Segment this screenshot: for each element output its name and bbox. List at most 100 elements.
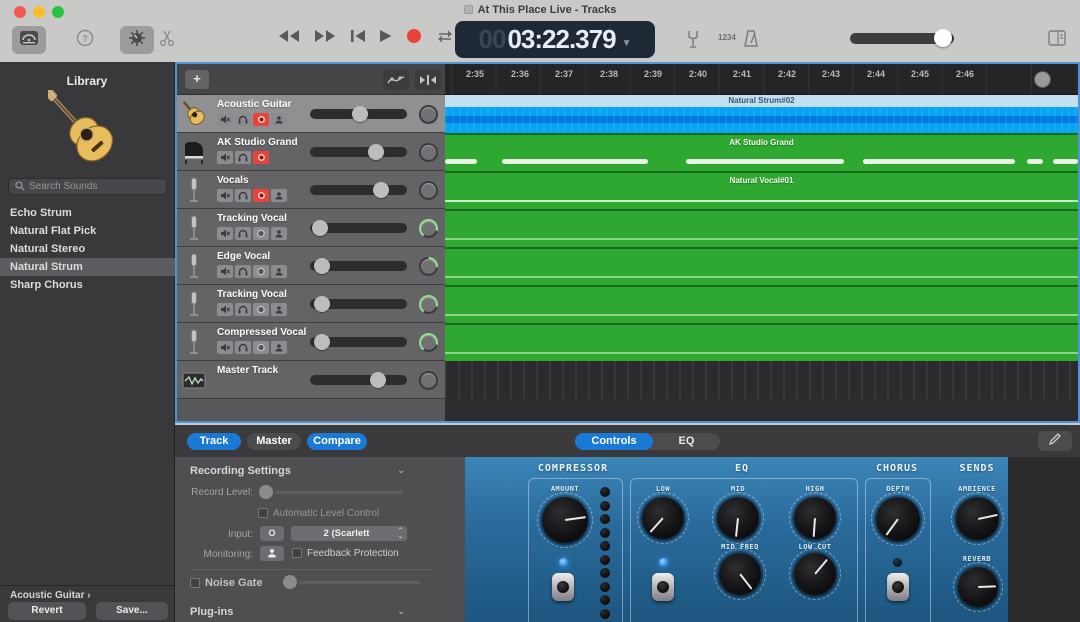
solo-headphones-button[interactable] xyxy=(235,341,251,354)
volume-slider-thumb[interactable] xyxy=(934,29,952,47)
quick-help-button[interactable]: ? xyxy=(68,26,102,54)
solo-headphones-button[interactable] xyxy=(235,265,251,278)
volume-slider[interactable] xyxy=(310,147,407,157)
record-enable-button[interactable] xyxy=(253,227,269,240)
record-enable-button[interactable] xyxy=(253,303,269,316)
go-to-beginning-button[interactable] xyxy=(350,29,365,43)
volume-thumb[interactable] xyxy=(312,220,328,236)
mute-button[interactable] xyxy=(217,265,233,278)
revert-button[interactable]: Revert xyxy=(8,602,86,620)
volume-thumb[interactable] xyxy=(370,372,386,388)
record-enable-button[interactable] xyxy=(253,151,269,164)
smart-controls-button[interactable] xyxy=(120,26,154,54)
volume-thumb[interactable] xyxy=(368,144,384,160)
search-sounds-field[interactable]: Search Sounds xyxy=(8,178,167,195)
pan-knob[interactable] xyxy=(419,257,438,276)
volume-slider[interactable] xyxy=(310,223,407,233)
fast-forward-button[interactable] xyxy=(314,29,336,43)
volume-slider[interactable] xyxy=(310,299,407,309)
region-vocal-take[interactable] xyxy=(445,323,1078,361)
lcd-display[interactable]: 00 03:22.379 ▼ xyxy=(455,21,655,58)
pan-knob[interactable] xyxy=(419,333,438,352)
save-button[interactable]: Save... xyxy=(96,602,168,620)
input-monitoring-button[interactable] xyxy=(271,341,287,354)
pan-knob[interactable] xyxy=(419,143,438,162)
lcd-chevron-down-icon[interactable]: ▼ xyxy=(622,38,632,49)
input-monitoring-button[interactable] xyxy=(271,189,287,202)
depth-knob[interactable] xyxy=(876,497,920,541)
tab-master[interactable]: Master xyxy=(247,433,301,450)
count-in-button[interactable]: 1234 xyxy=(718,33,736,42)
chorus-switch[interactable] xyxy=(887,573,909,601)
volume-thumb[interactable] xyxy=(314,296,330,312)
region-ak-studio-grand[interactable]: AK Studio Grand xyxy=(445,133,1078,171)
compressor-switch[interactable] xyxy=(552,573,574,601)
mute-button[interactable] xyxy=(217,151,233,164)
solo-headphones-button[interactable] xyxy=(235,113,251,126)
solo-headphones-button[interactable] xyxy=(235,227,251,240)
tab-compare[interactable]: Compare xyxy=(307,433,367,450)
tab-track[interactable]: Track xyxy=(187,433,241,450)
segment-controls[interactable]: Controls xyxy=(575,433,653,450)
amount-knob[interactable] xyxy=(542,497,588,543)
volume-slider[interactable] xyxy=(310,375,407,385)
pan-knob[interactable] xyxy=(419,295,438,314)
region-natural-strum[interactable]: Natural Strum#02 xyxy=(445,95,1078,133)
reverb-knob[interactable] xyxy=(958,567,998,607)
input-monitoring-button[interactable] xyxy=(271,227,287,240)
low-cut-knob[interactable] xyxy=(794,553,836,595)
input-select[interactable]: 2 (Scarlett ⌃⌄ xyxy=(291,526,407,541)
noise-gate-track[interactable] xyxy=(299,581,421,584)
automation-pencil-button[interactable] xyxy=(1038,431,1072,451)
solo-headphones-button[interactable] xyxy=(235,189,251,202)
volume-thumb[interactable] xyxy=(373,182,389,198)
low-knob[interactable] xyxy=(642,497,684,539)
pan-knob[interactable] xyxy=(419,371,438,390)
ambience-knob[interactable] xyxy=(956,497,999,540)
volume-thumb[interactable] xyxy=(314,258,330,274)
input-format-button[interactable]: O xyxy=(260,526,284,541)
rewind-button[interactable] xyxy=(278,29,300,43)
volume-slider[interactable] xyxy=(310,337,407,347)
track-header-compressed-vocal[interactable]: Compressed Vocal xyxy=(177,323,445,361)
library-item[interactable]: Natural Stereo xyxy=(0,240,175,258)
solo-headphones-button[interactable] xyxy=(235,303,251,316)
library-item[interactable]: Natural Flat Pick xyxy=(0,222,175,240)
collapse-chevron-icon[interactable]: ⌄ xyxy=(397,465,405,476)
pan-knob[interactable] xyxy=(419,105,438,124)
noise-gate-knob[interactable] xyxy=(283,575,297,589)
record-enable-button[interactable] xyxy=(253,113,269,126)
solo-headphones-button[interactable] xyxy=(235,151,251,164)
track-header-vocals[interactable]: Vocals xyxy=(177,171,445,209)
monitoring-button[interactable] xyxy=(260,546,284,561)
mute-button[interactable] xyxy=(217,341,233,354)
zoom-slider-knob[interactable] xyxy=(1035,72,1050,87)
track-header-tracking-vocal-1[interactable]: Tracking Vocal xyxy=(177,209,445,247)
cycle-button[interactable] xyxy=(436,29,454,44)
input-monitoring-button[interactable] xyxy=(271,265,287,278)
record-enable-button[interactable] xyxy=(253,189,269,202)
record-level-knob[interactable] xyxy=(259,485,273,499)
tuner-icon[interactable] xyxy=(685,29,701,54)
mute-button[interactable] xyxy=(217,227,233,240)
input-monitoring-button[interactable] xyxy=(271,303,287,316)
mute-button[interactable] xyxy=(217,189,233,202)
record-enable-button[interactable] xyxy=(253,265,269,278)
volume-thumb[interactable] xyxy=(314,334,330,350)
region-vocal-take[interactable] xyxy=(445,285,1078,323)
display-toggle-icon[interactable] xyxy=(1048,30,1066,51)
pan-knob[interactable] xyxy=(419,219,438,238)
auto-level-checkbox[interactable] xyxy=(258,508,268,518)
record-enable-button[interactable] xyxy=(253,341,269,354)
segment-eq[interactable]: EQ xyxy=(653,433,720,450)
add-track-button[interactable]: + xyxy=(185,70,209,89)
library-item[interactable]: Echo Strum xyxy=(0,204,175,222)
master-track-lane[interactable] xyxy=(445,361,1078,399)
automation-button[interactable] xyxy=(383,69,409,90)
timeline-ruler[interactable]: 2:35 2:36 2:37 2:38 2:39 2:40 2:41 2:42 … xyxy=(445,64,1078,95)
feedback-protection-checkbox[interactable] xyxy=(292,548,302,558)
noise-gate-checkbox[interactable] xyxy=(190,578,200,588)
mute-button[interactable] xyxy=(217,113,233,126)
play-button[interactable] xyxy=(379,29,392,43)
track-header-ak-studio-grand[interactable]: AK Studio Grand xyxy=(177,133,445,171)
